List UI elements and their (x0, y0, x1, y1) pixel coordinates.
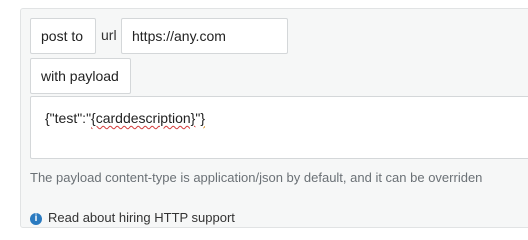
payload-textarea[interactable]: {"test":"{carddescription}"} (30, 96, 528, 159)
url-label: url (101, 27, 117, 43)
help-text: The payload content-type is application/… (30, 170, 483, 185)
post-to-button[interactable]: post to (30, 18, 96, 54)
url-input[interactable]: https://any.com (121, 18, 288, 54)
info-icon: i (30, 212, 42, 225)
with-payload-button[interactable]: with payload (30, 58, 131, 94)
payload-prefix: {"test":" (45, 110, 92, 126)
payload-token: {carddescription} (91, 110, 196, 126)
info-row[interactable]: i Read about hiring HTTP support (30, 210, 235, 225)
payload-close: } (200, 110, 206, 126)
info-link-text[interactable]: Read about hiring HTTP support (48, 210, 235, 225)
